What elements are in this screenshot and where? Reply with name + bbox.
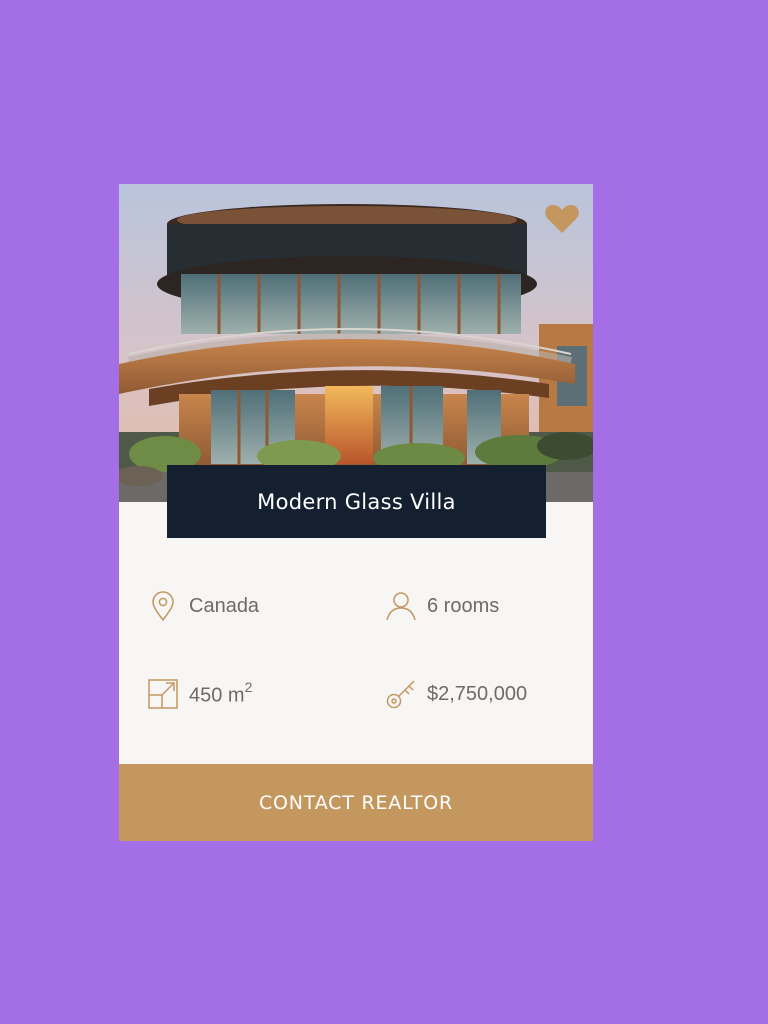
area-unit-power: 2 <box>244 678 253 695</box>
map-pin-icon <box>147 590 179 622</box>
rooms-text: 6 rooms <box>427 594 500 617</box>
listing-title: Modern Glass Villa <box>257 489 456 514</box>
person-icon <box>385 590 417 622</box>
property-card: Modern Glass Villa Canada 6 rooms 450 m2… <box>119 184 593 841</box>
key-icon <box>385 678 417 710</box>
feature-rooms: 6 rooms <box>385 590 499 622</box>
listing-title-bar: Modern Glass Villa <box>167 465 546 538</box>
area-expand-icon <box>147 678 179 710</box>
price-text: $2,750,000 <box>427 682 528 705</box>
feature-price: $2,750,000 <box>385 678 527 710</box>
location-text: Canada <box>189 594 260 617</box>
favorite-heart-icon[interactable] <box>544 203 580 235</box>
feature-area: 450 m2 <box>147 678 252 710</box>
property-photo <box>119 184 593 502</box>
area-value: 450 m <box>189 684 245 707</box>
feature-location: Canada <box>147 590 259 622</box>
area-text: 450 m2 <box>189 678 253 708</box>
contact-realtor-button[interactable]: CONTACT REALTOR <box>119 764 593 841</box>
